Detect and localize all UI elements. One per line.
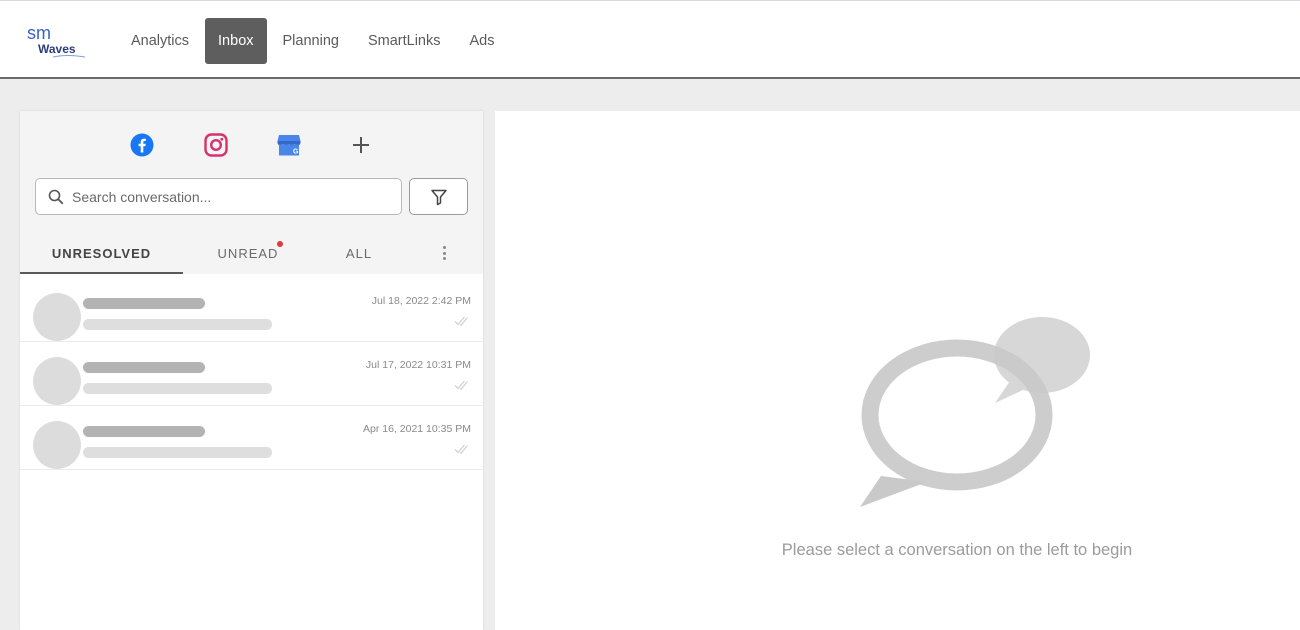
facebook-icon[interactable] — [128, 131, 156, 159]
chat-bubbles-icon — [860, 317, 1090, 507]
nav-analytics[interactable]: Analytics — [118, 18, 202, 64]
tab-unread[interactable]: UNREAD — [198, 238, 298, 274]
google-business-icon[interactable]: G — [275, 131, 303, 159]
conversation-detail-panel: Please select a conversation on the left… — [495, 111, 1300, 630]
empty-state-message: Please select a conversation on the left… — [781, 541, 1133, 559]
instagram-icon[interactable] — [202, 131, 230, 159]
conversation-date: Jul 18, 2022 2:42 PM — [371, 295, 471, 307]
name-placeholder — [83, 362, 205, 373]
double-check-icon — [454, 316, 468, 327]
main-nav: Analytics Inbox Planning SmartLinks Ads — [118, 18, 510, 64]
nav-planning[interactable]: Planning — [270, 18, 352, 64]
search-input[interactable] — [72, 188, 372, 205]
avatar — [33, 293, 81, 341]
double-check-icon — [454, 380, 468, 391]
message-placeholder — [83, 383, 272, 394]
unread-indicator-dot — [277, 241, 283, 247]
list-item[interactable]: Apr 16, 2021 10:35 PM — [20, 406, 483, 470]
list-panel-toolbar: G UNRESOLVED UNREAD ALL — [20, 111, 483, 274]
name-placeholder — [83, 426, 205, 437]
more-options-icon[interactable] — [440, 244, 448, 262]
top-header: sm Waves Analytics Inbox Planning SmartL… — [0, 1, 1300, 79]
conversation-date: Apr 16, 2021 10:35 PM — [363, 423, 471, 435]
svg-text:G: G — [293, 149, 299, 156]
tab-unresolved[interactable]: UNRESOLVED — [20, 238, 183, 274]
plus-icon[interactable] — [347, 131, 375, 159]
filter-button[interactable] — [409, 178, 468, 215]
name-placeholder — [83, 298, 205, 309]
nav-inbox[interactable]: Inbox — [205, 18, 267, 64]
message-placeholder — [83, 447, 272, 458]
conversation-date: Jul 17, 2022 10:31 PM — [365, 359, 471, 371]
nav-ads[interactable]: Ads — [456, 18, 507, 64]
search-icon — [48, 189, 64, 204]
logo-sm-text: sm — [27, 23, 51, 43]
double-check-icon — [454, 444, 468, 455]
message-placeholder — [83, 319, 272, 330]
nav-smartlinks[interactable]: SmartLinks — [355, 18, 454, 64]
list-item[interactable]: Jul 18, 2022 2:42 PM — [20, 278, 483, 342]
smwaves-logo[interactable]: sm Waves — [27, 23, 95, 61]
avatar — [33, 421, 81, 469]
conversation-list-panel: G UNRESOLVED UNREAD ALL — [20, 111, 483, 630]
tab-all[interactable]: ALL — [329, 238, 389, 274]
logo-waves-text: Waves — [38, 42, 76, 56]
avatar — [33, 357, 81, 405]
list-item[interactable]: Jul 17, 2022 10:31 PM — [20, 342, 483, 406]
filter-icon — [430, 189, 447, 205]
search-field — [35, 178, 402, 215]
